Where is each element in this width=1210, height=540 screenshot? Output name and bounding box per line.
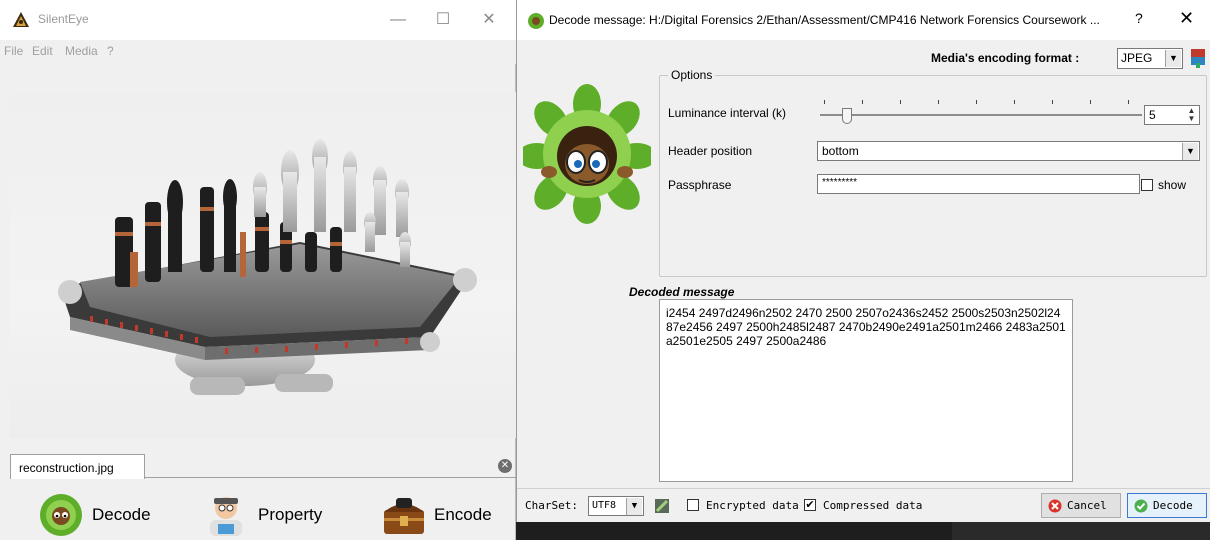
header-position-label: Header position [668,144,753,158]
close-tab-icon[interactable]: ✕ [498,459,512,473]
charset-select[interactable]: UTF8 ▼ [588,496,644,516]
leaf-mascot-illustration [523,84,651,224]
background-panel [952,522,1210,540]
menu-file[interactable]: File [4,44,23,58]
silenteye-main-window: SilentEye — ☐ ✕ File Edit Media ? recons… [0,0,516,540]
doctor-property-icon [210,497,242,536]
format-plugin-icon[interactable] [1189,47,1207,72]
file-tab-strip: reconstruction.jpg ✕ [10,452,516,479]
main-window-title: SilentEye [38,12,89,26]
chevron-down-icon: ▼ [1165,50,1181,67]
compressed-data-checkbox[interactable]: ✔ [804,499,816,511]
dialog-title: Decode message: H:/Digital Forensics 2/E… [549,13,1100,27]
cancel-icon [1048,499,1062,512]
chevron-down-icon: ▼ [1182,143,1198,160]
header-position-value: bottom [822,144,859,158]
dialog-title-bar: Decode message: H:/Digital Forensics 2/E… [517,0,1210,40]
silenteye-app-icon [12,11,30,29]
luminance-value: 5 [1149,108,1156,122]
media-preview-image [10,92,516,438]
passphrase-input[interactable]: ********* [817,174,1140,194]
dialog-close-button[interactable]: ✕ [1179,8,1194,29]
menu-media[interactable]: Media [65,44,98,58]
chevron-down-icon: ▼ [626,498,642,515]
decode-button[interactable]: Decode [1127,493,1207,518]
header-position-select[interactable]: bottom ▼ [817,141,1200,161]
show-passphrase-checkbox[interactable] [1141,179,1153,191]
cancel-button[interactable]: Cancel [1041,493,1121,518]
slider-tick [1128,100,1129,104]
slider-tick [976,100,977,104]
main-title-bar: SilentEye — ☐ ✕ [0,0,516,40]
edit-charset-icon[interactable] [653,497,671,518]
encrypted-data-label: Encrypted data [706,499,799,512]
encrypted-data-checkbox[interactable] [687,499,699,511]
decode-label: Decode [1153,499,1193,512]
slider-track [820,114,1142,116]
treasure-chest-icon [384,498,424,534]
help-button[interactable]: ? [1135,10,1143,26]
options-title: Options [668,68,716,82]
show-passphrase-label: show [1158,178,1187,192]
leaf-mascot-icon [40,494,82,536]
passphrase-label: Passphrase [668,178,732,192]
slider-tick [938,100,939,104]
encoding-format-select[interactable]: JPEG ▼ [1117,48,1183,69]
decode-message-dialog: Decode message: H:/Digital Forensics 2/E… [516,0,1210,522]
main-menu-bar: File Edit Media ? [0,40,516,64]
decode-action-label: Decode [92,505,151,524]
charset-label: CharSet: [525,499,578,512]
slider-tick [900,100,901,104]
decoded-message-textarea[interactable]: i2454 2497d2496n2502 2470 2500 2507o2436… [659,299,1073,482]
property-action-button[interactable]: Property [200,490,322,540]
compressed-data-label: Compressed data [823,499,923,512]
slider-tick [1014,100,1015,104]
decoded-message-title: Decoded message [629,285,735,299]
decode-confirm-icon [1134,499,1148,512]
dialog-bottom-bar: CharSet: UTF8 ▼ Encrypted data ✔ Compres… [517,488,1210,522]
menu-help[interactable]: ? [107,44,114,58]
slider-tick [1090,100,1091,104]
leaf-mascot-small-icon [527,12,545,30]
slider-tick [1052,100,1053,104]
luminance-label: Luminance interval (k) [668,106,787,120]
property-action-label: Property [258,505,323,524]
luminance-spinbox[interactable]: 5 ▲ ▼ [1144,105,1200,125]
minimize-button[interactable]: — [383,8,413,32]
decode-action-button[interactable]: Decode [36,490,151,540]
menu-edit[interactable]: Edit [32,44,53,58]
encode-action-label: Encode [434,505,492,524]
desktop-background [516,522,1210,540]
close-button[interactable]: ✕ [474,8,504,32]
file-tab[interactable]: reconstruction.jpg [10,454,145,479]
options-group: Options Luminance interval (k) 5 ▲ ▼ Head… [659,68,1207,277]
encoding-format-label: Media's encoding format : [931,51,1080,65]
encoding-format-value: JPEG [1121,51,1153,65]
charset-value: UTF8 [592,500,617,511]
cancel-label: Cancel [1067,499,1107,512]
slider-tick [824,100,825,104]
maximize-button[interactable]: ☐ [428,8,458,32]
spin-arrows-icon[interactable]: ▲ ▼ [1185,107,1198,123]
slider-thumb[interactable] [842,108,852,124]
slider-tick [862,100,863,104]
chess-set-image [58,139,477,395]
luminance-slider[interactable] [820,98,1142,124]
encode-action-button[interactable]: Encode [380,490,492,540]
